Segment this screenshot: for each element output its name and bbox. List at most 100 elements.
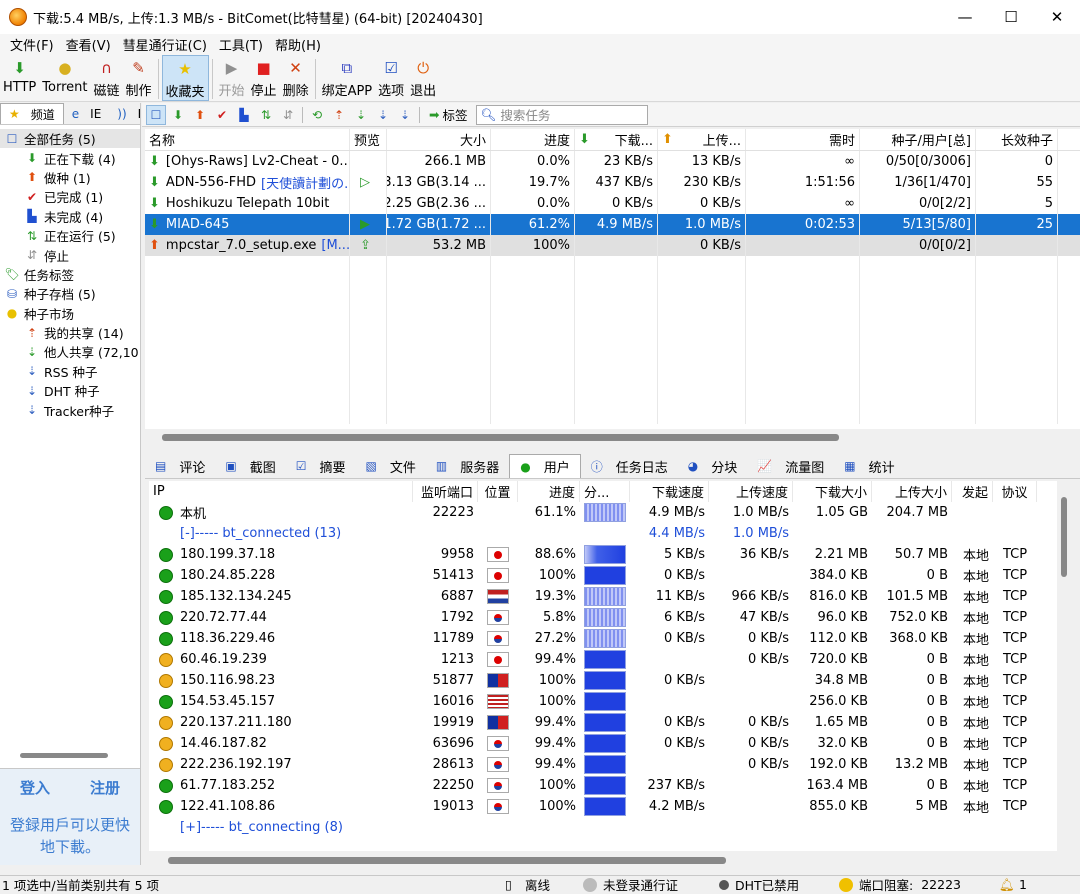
tree-item[interactable]: ⛁ 种子存档 (5) [0, 284, 140, 303]
menu-help[interactable]: 帮助(H) [269, 35, 327, 54]
peer-row[interactable]: 61.77.183.252 22250 100% 237 KB/s 163.4 MB 0 … [149, 775, 1057, 796]
tree-item[interactable]: ⇣ RSS 种子 [0, 362, 140, 381]
login-link[interactable]: 登入 [20, 777, 50, 798]
tag-filter-button[interactable]: ➡ 标签 [429, 105, 468, 124]
peer-group-label[interactable]: [+]----- bt_connecting (8) [153, 820, 343, 835]
peer-group-row[interactable]: [+]----- bt_connecting (8) [149, 817, 1057, 838]
tree-item[interactable]: ● 种子市场 [0, 304, 140, 323]
detail-tab-screenshot[interactable]: ▣ 截图 [215, 454, 285, 478]
detail-tab-servers[interactable]: ▥ 服务器 [426, 454, 509, 478]
tree-item[interactable]: ⇡ 我的共享 (14) [0, 323, 140, 342]
left-tab-rss[interactable]: )) RSS [109, 103, 140, 124]
peer-column-header[interactable]: 位置 [478, 481, 518, 502]
filter-completed-icon[interactable]: ✔ [212, 105, 232, 125]
filter-seeding-icon[interactable]: ⬆ [190, 105, 210, 125]
peer-group-label[interactable]: [-]----- bt_connected (13) [153, 526, 341, 541]
toolbar-make-torrent-button[interactable]: ✎ 制作 [123, 55, 155, 101]
task-column-header[interactable]: 预览 [350, 129, 387, 150]
task-row[interactable]: ⬇ Hoshikuzu Telepath 10bit 2.25 GB(2.36 ..… [145, 193, 1080, 214]
detail-tab-comment[interactable]: ▤ 评论 [145, 454, 215, 478]
filter-my-share-icon[interactable]: ⇡ [329, 105, 349, 125]
peer-row[interactable]: 122.41.108.86 19013 100% 4.2 MB/s 855.0 KB 5 … [149, 796, 1057, 817]
task-column-header[interactable]: 名称 [145, 129, 350, 150]
toolbar-exit-button[interactable]: ⏻ 退出 [407, 55, 439, 101]
minimize-button[interactable]: — [942, 0, 988, 34]
tree-item[interactable]: 🏷 任务标签 [0, 265, 140, 284]
tree-item[interactable]: ✔ 已完成 (1) [0, 187, 140, 206]
task-column-header[interactable]: 种子/用户[总] [860, 129, 976, 150]
task-row[interactable]: ⬆ mpcstar_7.0_setup.exe [M... ⇪ 53.2 MB 100% 0… [145, 235, 1080, 256]
preview-icon[interactable]: ▶ [360, 217, 370, 232]
detail-tab-peers[interactable]: ● 用户 [509, 454, 581, 478]
detail-tab-task-log[interactable]: ⓘ 任务日志 [581, 454, 678, 478]
task-list-horizontal-scrollbar[interactable] [162, 434, 839, 441]
tree-item[interactable]: ⇣ Tracker种子 [0, 400, 140, 419]
task-column-header[interactable]: 长效种子 [976, 129, 1058, 150]
peer-column-header[interactable]: 监听端口 [413, 481, 478, 502]
detail-tab-files[interactable]: ▧ 文件 [356, 454, 426, 478]
task-column-header[interactable]: 进度 [491, 129, 575, 150]
left-tab-频道[interactable]: ★ 频道 [0, 103, 64, 124]
filter-dht-icon[interactable]: ⇣ [395, 105, 415, 125]
tree-item[interactable]: ⬇ 正在下载 (4) [0, 148, 140, 167]
task-column-header[interactable]: 需时 [746, 129, 860, 150]
tree-item[interactable]: ▙ 未完成 (4) [0, 207, 140, 226]
filter-others-share-icon[interactable]: ⇣ [351, 105, 371, 125]
tree-item[interactable]: ⇵ 停止 [0, 245, 140, 264]
peer-list-vertical-scrollbar[interactable] [1061, 497, 1067, 577]
filter-incomplete-icon[interactable]: ▙ [234, 105, 254, 125]
peer-row[interactable]: 60.46.19.239 1213 99.4% 0 KB/s 720.0 KB 0 B 本地… [149, 649, 1057, 670]
register-link[interactable]: 注册 [90, 777, 120, 798]
detail-tab-summary[interactable]: ☑ 摘要 [286, 454, 356, 478]
tree-item[interactable]: ⇣ 他人共享 (72,10 [0, 342, 140, 361]
peer-column-header[interactable]: 发起 [952, 481, 993, 502]
filter-share-icon[interactable]: ⟲ [307, 105, 327, 125]
task-column-header[interactable]: ⬇ 下载... [575, 129, 658, 150]
tree-item[interactable]: ⇅ 正在运行 (5) [0, 226, 140, 245]
menu-view[interactable]: 查看(V) [60, 35, 117, 54]
peer-row[interactable]: 220.72.77.44 1792 5.8% 6 KB/s 47 KB/s 96.0 KB… [149, 607, 1057, 628]
login-promo-text[interactable]: 登録用戶可以更快地下載。 [0, 814, 140, 858]
task-row[interactable]: ⬇ [Ohys-Raws] Lv2-Cheat - 0... 266.1 MB 0.0… [145, 151, 1080, 172]
peer-row[interactable]: 154.53.45.157 16016 100% 256.0 KB 0 B 本地 TCP [149, 691, 1057, 712]
peer-row[interactable]: 150.116.98.23 51877 100% 0 KB/s 34.8 MB 0 B 本地… [149, 670, 1057, 691]
preview-icon[interactable]: ⇪ [360, 238, 371, 253]
toolbar-http-download-button[interactable]: ⬇ HTTP [0, 55, 39, 101]
peer-row[interactable]: 118.36.229.46 11789 27.2% 0 KB/s 0 KB/s 112.0… [149, 628, 1057, 649]
close-button[interactable]: ✕ [1034, 0, 1080, 34]
menu-passport[interactable]: 彗星通行证(C) [117, 35, 213, 54]
menu-file[interactable]: 文件(F) [4, 35, 60, 54]
peer-column-header[interactable]: 进度 [518, 481, 580, 502]
toolbar-stop-button[interactable]: ■ 停止 [248, 55, 280, 101]
toolbar-magnet-button[interactable]: ∩ 磁链 [90, 55, 122, 101]
task-row[interactable]: ⬇ MIAD-645 ▶ 1.72 GB(1.72 ... 61.2% 4.9 MB/s 1… [145, 214, 1080, 235]
task-column-header[interactable]: 大小 [387, 129, 491, 150]
status-passport[interactable]: 未登录通行证 [603, 875, 678, 894]
filter-rss-icon[interactable]: ⇣ [373, 105, 393, 125]
toolbar-delete-button[interactable]: ✕ 删除 [280, 55, 312, 101]
toolbar-options-button[interactable]: ☑ 选项 [375, 55, 407, 101]
detail-tab-pieces[interactable]: ◕ 分块 [678, 454, 748, 478]
peer-column-header[interactable]: 上传大小 [872, 481, 952, 502]
toolbar-favorites-star-button[interactable]: ★ 收藏夹 [161, 55, 209, 101]
peer-column-header[interactable]: IP [149, 481, 413, 502]
task-row[interactable]: ⬇ ADN-556-FHD [天使讀計劃の... ▷ 3.13 GB(3.14 ... 1… [145, 172, 1080, 193]
peer-row[interactable]: 185.132.134.245 6887 19.3% 11 KB/s 966 KB/s 8… [149, 586, 1057, 607]
peer-column-header[interactable]: 协议 [993, 481, 1037, 502]
peer-group-row[interactable]: [-]----- bt_connected (13) 4.4 MB/s 1.0 MB… [149, 523, 1057, 544]
peer-column-header[interactable]: 下载大小 [793, 481, 872, 502]
filter-downloading-icon[interactable]: ⬇ [168, 105, 188, 125]
peer-column-header[interactable]: 下载速度 [630, 481, 709, 502]
left-horizontal-scrollbar[interactable] [20, 753, 108, 758]
alert-bell-icon[interactable]: 🔔︎ [999, 877, 1015, 892]
tree-item[interactable]: ⬆ 做种 (1) [0, 168, 140, 187]
peer-row[interactable]: 222.236.192.197 28613 99.4% 0 KB/s 192.0 KB 1… [149, 754, 1057, 775]
filter-running-icon[interactable]: ⇅ [256, 105, 276, 125]
preview-icon[interactable]: ▷ [360, 175, 370, 190]
peer-row[interactable]: 220.137.211.180 19919 99.4% 0 KB/s 0 KB/s 1.6… [149, 712, 1057, 733]
filter-all-icon[interactable]: ☐ [146, 104, 166, 125]
toolbar-start-button[interactable]: ▶ 开始 [216, 55, 248, 101]
task-column-header[interactable]: ⬆ 上传... [658, 129, 746, 150]
filter-stopped-icon[interactable]: ⇵ [278, 105, 298, 125]
left-tab-ie[interactable]: e IE [64, 103, 110, 124]
